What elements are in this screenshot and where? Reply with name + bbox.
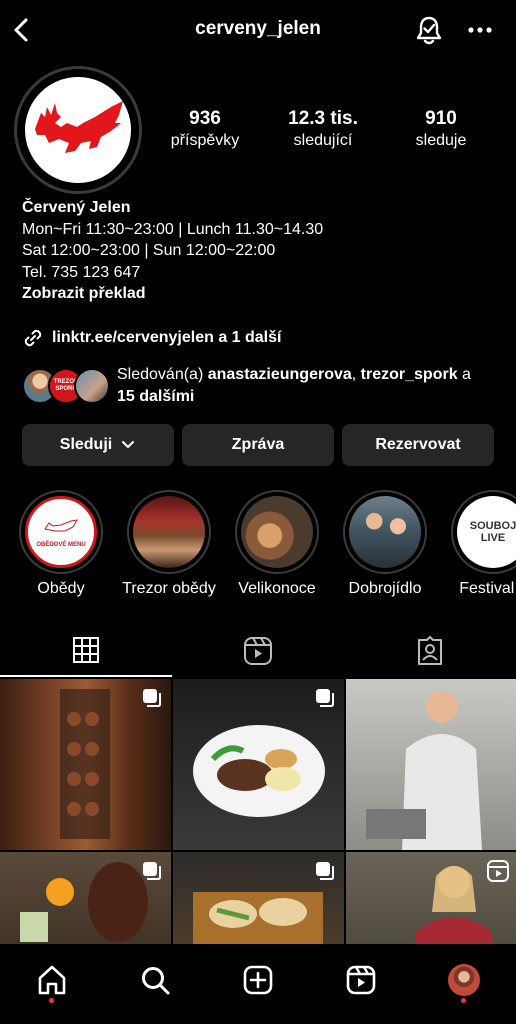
following-button-label: Sleduji [59,436,113,453]
post-thumbnail[interactable] [173,852,344,944]
link-icon [24,329,42,347]
highlight-ring [343,490,427,574]
highlight-ring [235,490,319,574]
following-label: sleduje [415,132,467,149]
post-thumbnail[interactable] [346,852,516,944]
nav-reels[interactable] [343,962,379,998]
home-icon [38,965,66,995]
highlight-cover [241,496,313,568]
nav-home[interactable] [34,962,70,998]
following-count[interactable]: 910 sleduje [386,108,496,150]
bio-line: Sat 12:00~23:00 | Sun 12:00~22:00 [22,242,276,259]
post-thumbnail[interactable] [173,679,344,850]
tab-posts-grid[interactable] [0,625,172,677]
reels-icon [244,637,272,665]
highlight-cover [133,496,205,568]
profile-link-text: linktr.ee/cervenyjelen a 1 další [52,329,282,346]
following-button[interactable]: Sleduji [22,424,174,466]
top-bar: cerveny_jelen [0,0,516,60]
followed-sep: , [351,366,361,383]
follower-avatar [74,368,110,404]
deer-outline-icon [44,518,78,531]
highlight-label: Obědy [37,580,85,597]
post-image [366,691,482,850]
profile-display-name: Červený Jelen [22,199,131,216]
followers-more[interactable]: 15 dalšími [117,388,194,405]
highlight-label: Trezor obědy [122,580,216,597]
followers-label: sledující [293,132,353,149]
profile-avatar-small [448,964,480,996]
highlight-ring: SOUBOJ LIVE [451,490,516,574]
reserve-button-label: Rezervovat [375,436,461,453]
search-icon [142,967,170,995]
bio-line: Mon~Fri 11:30~23:00 | Lunch 11.30~14.30 [22,220,324,238]
following-number: 910 [425,108,457,129]
posts-count[interactable]: 936 příspěvky [150,108,260,150]
home-notification-dot [49,998,54,1003]
nav-create[interactable] [240,962,276,998]
highlight-festival[interactable]: SOUBOJ LIVE Festival c [443,490,516,598]
carousel-icon [143,689,161,707]
highlight-label: Velikonoce [238,580,316,597]
tab-reels[interactable] [172,625,344,677]
bio-line: Tel. 735 123 647 [22,263,141,281]
highlight-trezor-obedy[interactable]: Trezor obědy [119,490,219,598]
followers-number: 12.3 tis. [288,108,358,129]
followed-by-text: Sledován(a) anastazieungerova, trezor_sp… [117,364,516,408]
profile-link[interactable]: linktr.ee/cervenyjelen a 1 další [22,325,281,351]
highlight-cover: OBĚDOVÉ MENU [25,496,97,568]
highlight-label: Dobrojídlo [348,580,422,597]
highlight-cover [349,496,421,568]
profile-avatar [25,77,131,183]
highlight-ring [127,490,211,574]
red-deer-logo [35,101,123,153]
chevron-down-icon [122,441,135,448]
grid-icon [73,637,99,663]
highlight-ring: OBĚDOVÉ MENU [19,490,103,574]
follower-username[interactable]: anastazieungerova [208,366,352,383]
profile-bio: Červený Jelen Mon~Fri 11:30~23:00 | Lunc… [22,197,323,305]
notification-bell-icon[interactable] [414,14,444,46]
tagged-person-icon [418,636,442,665]
posts-label: příspěvky [170,132,240,149]
followed-prefix: Sledován(a) [117,366,208,383]
more-options-icon[interactable] [466,18,494,42]
post-thumbnail[interactable] [0,679,171,850]
followers-count[interactable]: 12.3 tis. sledující [268,108,378,150]
message-button[interactable]: Zpráva [182,424,334,466]
highlight-cover: SOUBOJ LIVE [457,496,516,568]
posts-grid [0,679,516,944]
followed-mid: a [457,366,471,383]
highlight-label: Festival c [459,580,516,597]
post-thumbnail[interactable] [0,852,171,944]
see-translation-link[interactable]: Zobrazit překlad [22,283,323,305]
profile-tabs [0,625,516,677]
profile-notification-dot [461,998,466,1003]
profile-avatar-ring[interactable] [14,66,142,194]
carousel-icon [316,689,334,707]
nav-profile[interactable] [446,962,482,998]
post-thumbnail[interactable] [346,679,516,850]
bottom-navigation [0,944,516,1024]
highlight-cover-text: SOUBOJ LIVE [469,520,516,544]
create-icon [243,965,273,995]
highlight-obedy[interactable]: OBĚDOVÉ MENU Obědy [11,490,111,598]
message-button-label: Zpráva [231,436,285,453]
carousel-icon [143,862,161,880]
nav-search[interactable] [137,962,173,998]
highlight-cover-text: OBĚDOVÉ MENU [36,541,86,548]
reserve-button[interactable]: Rezervovat [342,424,494,466]
carousel-icon [316,862,334,880]
tab-tagged[interactable] [344,625,516,677]
highlight-dobrojidlo[interactable]: Dobrojídlo [335,490,435,598]
reels-icon [346,965,376,995]
follower-username[interactable]: trezor_spork [361,366,458,383]
posts-number: 936 [189,108,221,129]
highlight-velikonoce[interactable]: Velikonoce [227,490,327,598]
reel-icon [487,860,509,882]
